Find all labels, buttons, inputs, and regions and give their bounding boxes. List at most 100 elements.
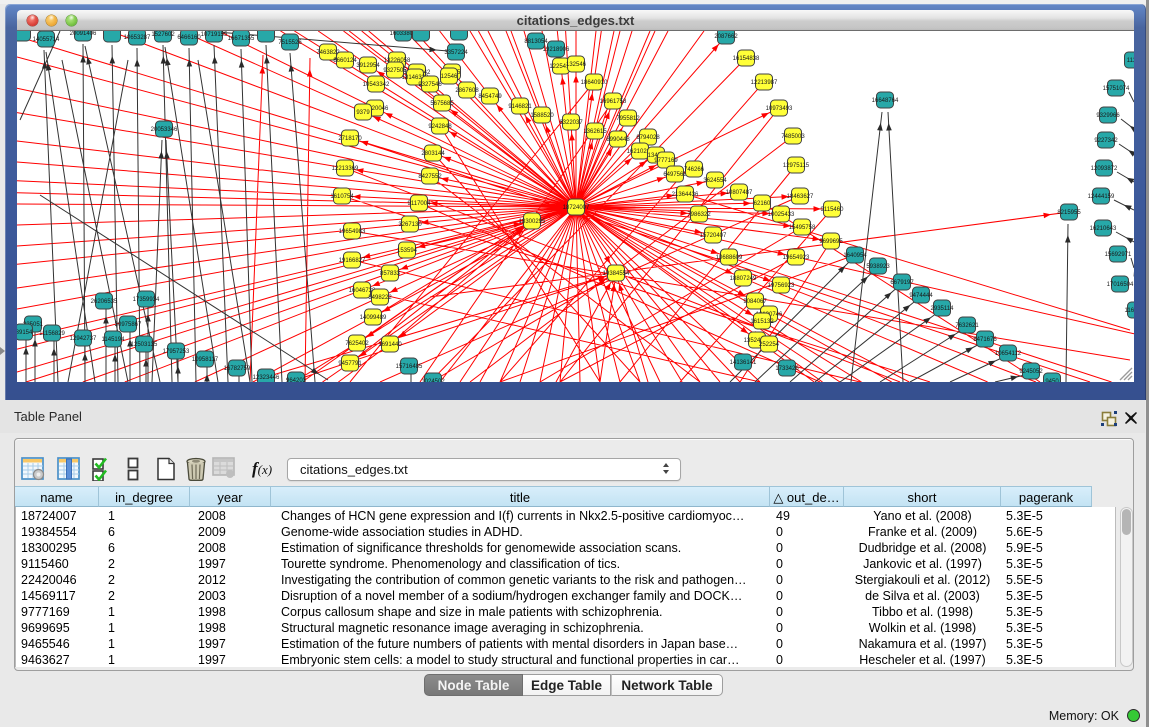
svg-text:10688609: 10688609 <box>716 255 743 261</box>
svg-text:746266: 746266 <box>684 167 705 173</box>
svg-text:7625402: 7625402 <box>345 341 369 347</box>
svg-text:1588520: 1588520 <box>530 113 554 119</box>
svg-text:19654983: 19654983 <box>339 229 366 235</box>
svg-text:19166827: 19166827 <box>339 258 366 264</box>
svg-text:10973493: 10973493 <box>766 106 793 112</box>
svg-text:1615132: 1615132 <box>750 319 774 325</box>
svg-text:8660124: 8660124 <box>333 58 357 64</box>
svg-text:19756923: 19756923 <box>768 283 795 289</box>
svg-text:9379: 9379 <box>356 110 370 116</box>
svg-text:10958117: 10958117 <box>192 357 219 363</box>
svg-text:10543342: 10543342 <box>363 82 390 88</box>
svg-text:12213987: 12213987 <box>751 80 778 86</box>
svg-text:8454749: 8454749 <box>478 94 502 100</box>
svg-text:14055714: 14055714 <box>33 37 60 43</box>
svg-text:19384554: 19384554 <box>603 271 630 277</box>
svg-text:10025433: 10025433 <box>768 212 795 218</box>
svg-text:2718170: 2718170 <box>338 136 362 142</box>
svg-text:9474444: 9474444 <box>909 293 933 299</box>
svg-text:153594: 153594 <box>397 248 418 254</box>
svg-text:6322037: 6322037 <box>559 120 583 126</box>
svg-text:9450: 9450 <box>1045 379 1059 382</box>
svg-text:1145194: 1145194 <box>102 337 126 343</box>
svg-text:1527602: 1527602 <box>151 32 175 38</box>
svg-text:9699695: 9699695 <box>819 239 843 245</box>
svg-text:12975115: 12975115 <box>783 163 810 169</box>
svg-text:16961758: 16961758 <box>600 99 627 105</box>
svg-text:17957253: 17957253 <box>163 349 190 355</box>
svg-text:1640954: 1640954 <box>843 253 867 259</box>
svg-text:9146821: 9146821 <box>508 104 532 110</box>
svg-text:132546: 132546 <box>566 62 587 68</box>
svg-text:7632621: 7632621 <box>955 323 979 329</box>
svg-text:21364436: 21364436 <box>672 192 699 198</box>
svg-text:1167533: 1167533 <box>1125 308 1134 314</box>
svg-text:9457791: 9457791 <box>338 361 362 367</box>
svg-text:5675685: 5675685 <box>430 101 454 107</box>
svg-text:10654112: 10654112 <box>995 351 1022 357</box>
svg-text:62160: 62160 <box>754 201 771 207</box>
svg-text:1117: 1117 <box>1127 58 1134 64</box>
svg-text:7485003: 7485003 <box>781 134 805 140</box>
svg-text:17016504: 17016504 <box>1107 282 1134 288</box>
svg-text:252254: 252254 <box>759 342 780 348</box>
svg-text:15751074: 15751074 <box>1103 86 1130 92</box>
svg-text:7515526: 7515526 <box>278 40 302 46</box>
svg-text:15716485: 15716485 <box>396 364 423 370</box>
svg-text:8215955: 8215955 <box>1057 210 1081 216</box>
svg-text:12546: 12546 <box>441 74 458 80</box>
svg-text:15692971: 15692971 <box>1105 252 1132 258</box>
svg-text:8471676: 8471676 <box>973 337 997 343</box>
svg-text:5938923: 5938923 <box>866 264 890 270</box>
svg-text:18807249: 18807249 <box>730 276 757 282</box>
svg-text:8990448: 8990448 <box>606 137 630 143</box>
svg-text:6794028: 6794028 <box>636 135 660 141</box>
svg-text:3498222: 3498222 <box>368 295 392 301</box>
svg-text:10807487: 10807487 <box>726 190 753 196</box>
svg-text:10719155: 10719155 <box>201 32 228 38</box>
svg-text:9329966: 9329966 <box>1096 113 1120 119</box>
svg-text:3267130: 3267130 <box>398 222 422 228</box>
svg-text:1610754: 1610754 <box>330 194 354 200</box>
svg-text:16648764: 16648764 <box>872 98 899 104</box>
svg-text:15720407: 15720407 <box>700 233 727 239</box>
svg-text:16671355: 16671355 <box>228 36 255 42</box>
svg-text:20091406: 20091406 <box>70 31 97 37</box>
svg-text:9117004: 9117004 <box>408 201 432 207</box>
svg-text:20053346: 20053346 <box>151 127 178 133</box>
svg-text:10653287: 10653287 <box>124 35 151 41</box>
svg-text:18300295: 18300295 <box>519 219 546 225</box>
svg-text:2867608: 2867608 <box>455 88 479 94</box>
svg-text:8813054: 8813054 <box>524 39 548 45</box>
svg-text:857833: 857833 <box>380 271 401 277</box>
svg-text:19218906: 19218906 <box>543 47 570 53</box>
svg-text:6679197: 6679197 <box>890 280 914 286</box>
svg-text:3912954: 3912954 <box>356 63 380 69</box>
svg-text:8427552: 8427552 <box>418 174 442 180</box>
svg-text:3357224: 3357224 <box>444 50 468 56</box>
svg-text:1733426: 1733426 <box>775 366 799 372</box>
svg-text:19654923: 19654923 <box>783 255 810 261</box>
svg-text:12213369: 12213369 <box>332 166 359 172</box>
svg-text:2935114: 2935114 <box>931 306 955 312</box>
svg-text:1362615: 1362615 <box>583 129 607 135</box>
svg-text:12942737: 12942737 <box>70 336 97 342</box>
svg-text:9227342: 9227342 <box>1094 138 1118 144</box>
svg-text:9084067: 9084067 <box>743 299 767 305</box>
svg-text:12444159: 12444159 <box>1088 194 1115 200</box>
svg-text:15495758: 15495758 <box>789 225 816 231</box>
svg-text:9777169: 9777169 <box>654 158 678 164</box>
svg-text:14099489: 14099489 <box>360 315 387 321</box>
svg-text:18640910: 18640910 <box>581 80 608 86</box>
svg-text:30975867: 30975867 <box>115 322 142 328</box>
svg-text:3624554: 3624554 <box>703 178 727 184</box>
svg-text:2087662: 2087662 <box>714 34 738 40</box>
svg-text:1024502: 1024502 <box>421 379 445 382</box>
svg-text:12323446: 12323446 <box>253 375 280 381</box>
svg-text:9327546: 9327546 <box>418 82 442 88</box>
svg-text:964203: 964203 <box>286 378 307 382</box>
svg-text:39154: 39154 <box>17 330 33 336</box>
svg-text:18724007: 18724007 <box>563 205 590 211</box>
svg-text:16154838: 16154838 <box>733 56 760 62</box>
svg-text:2803144: 2803144 <box>421 151 445 157</box>
